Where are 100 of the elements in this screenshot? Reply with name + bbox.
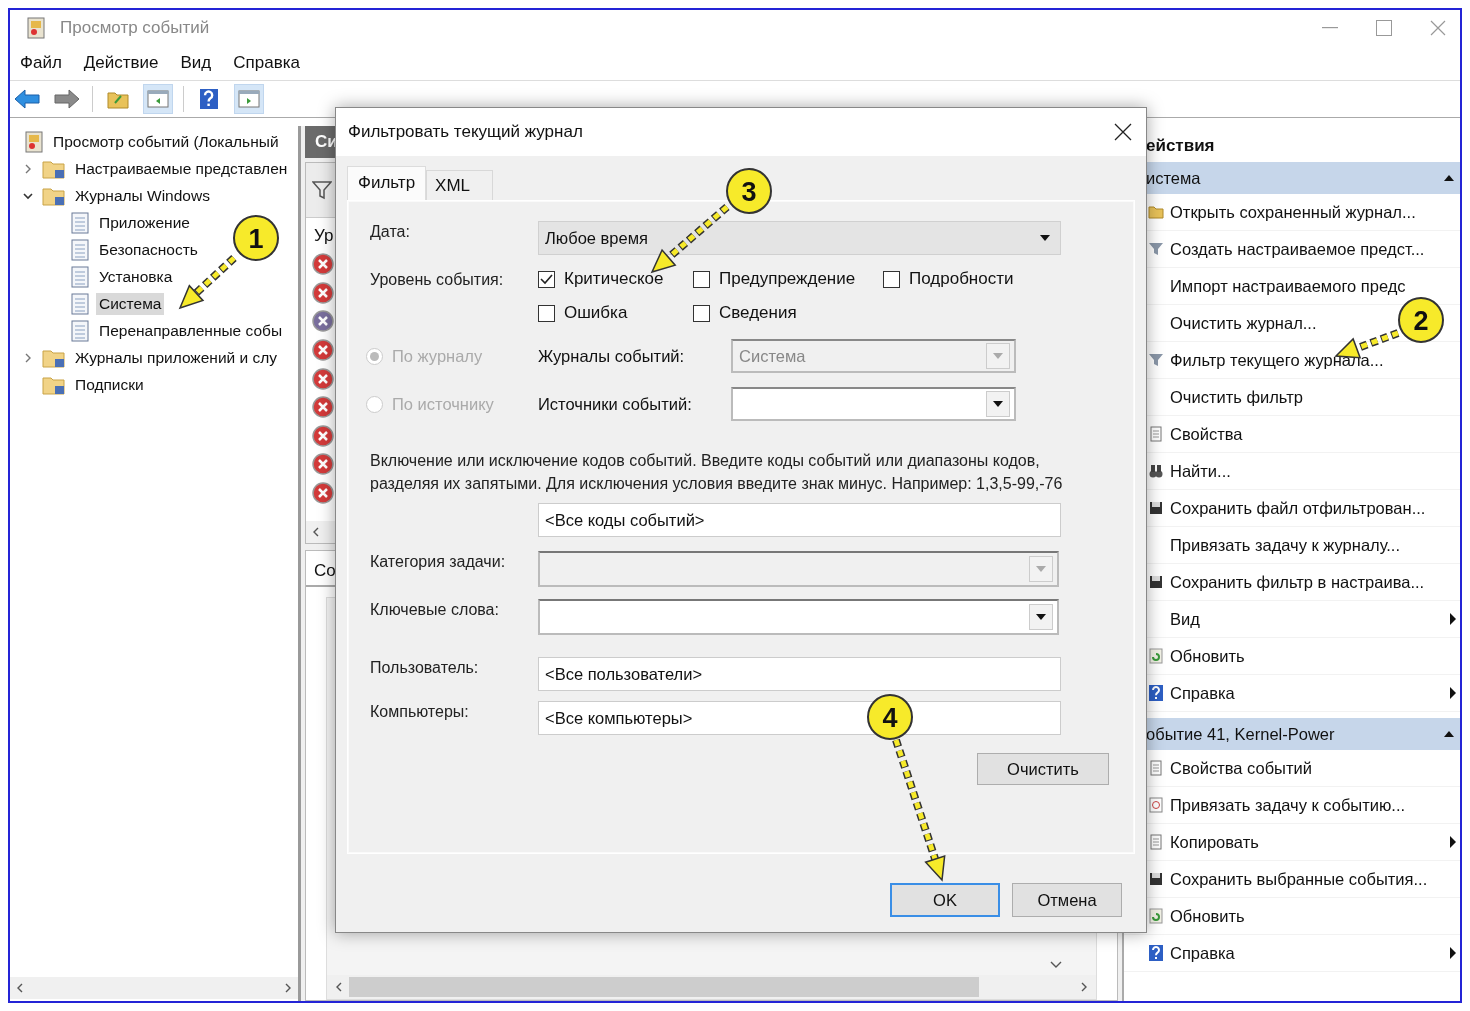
dashed-arrow [1334, 329, 1400, 359]
action-item[interactable]: Очистить журнал... [1170, 313, 1317, 333]
action-item[interactable]: Сохранить выбранные события... [1170, 869, 1428, 889]
action-item[interactable]: Привязать задачу к событию... [1170, 795, 1406, 815]
action-item[interactable]: Свойства [1170, 424, 1243, 444]
window-title: Просмотр событий [60, 18, 211, 38]
action-item[interactable]: Сохранить файл отфильтрован... [1170, 498, 1426, 518]
collapse-icon[interactable] [1444, 175, 1454, 181]
tree-item[interactable]: Журналы Windows [72, 184, 213, 207]
document-icon [1148, 834, 1164, 850]
document-icon [1148, 426, 1164, 442]
log-icon [70, 319, 90, 342]
field-label: Компьютеры: [370, 702, 470, 721]
clear-button[interactable]: Очистить [977, 753, 1109, 785]
date-dropdown[interactable]: Любое время [538, 221, 1061, 255]
action-item[interactable]: Очистить фильтр [1170, 387, 1303, 407]
hint-text: Включение или исключение кодов событий. Введите коды событий или диапазоны кодов, разделяя их запятыми. Для исключения условия введите знак минус. Например: 1,3,5-99,-76 [370, 451, 1064, 494]
clock-icon [1148, 797, 1164, 813]
tab[interactable]: XML [426, 170, 494, 200]
menu-item[interactable]: Справка [233, 53, 300, 73]
menu-item[interactable]: Действие [83, 53, 159, 73]
log-icon [70, 211, 90, 234]
tree-item[interactable]: Безопасность [96, 238, 201, 261]
log-viewer-icon [26, 17, 46, 39]
action-item[interactable]: Сохранить фильтр в настраива... [1170, 572, 1425, 592]
checkbox[interactable] [538, 270, 555, 288]
checkbox-label[interactable]: Критическое [564, 269, 664, 289]
keywords-dropdown[interactable] [538, 599, 1059, 635]
folder-icon[interactable] [107, 89, 129, 109]
menu-item[interactable]: Вид [180, 53, 212, 73]
tree-item[interactable]: Подписки [72, 373, 147, 396]
action-item[interactable]: Открыть сохраненный журнал... [1170, 202, 1416, 222]
chevron-left-icon[interactable] [312, 526, 320, 538]
action-item[interactable]: Вид [1170, 609, 1200, 629]
field-label: Источники событий: [538, 394, 693, 414]
dialog-button[interactable]: Отмена [1012, 883, 1122, 917]
callout-badge: 3 [726, 168, 772, 214]
tree-item[interactable]: Просмотр событий (Локальный [50, 130, 282, 153]
back-arrow-icon[interactable] [14, 89, 40, 109]
help-icon [1148, 684, 1164, 702]
action-item[interactable]: Обновить [1170, 906, 1245, 926]
checkbox[interactable] [693, 304, 710, 322]
checkbox[interactable] [883, 270, 900, 288]
dialog-button[interactable]: OK [890, 883, 1000, 917]
filter-icon[interactable] [312, 180, 332, 200]
help-icon[interactable] [199, 88, 219, 110]
menu-item[interactable]: Файл [20, 53, 62, 73]
dropdown-arrow-icon[interactable] [1036, 614, 1046, 620]
action-item[interactable]: Фильтр текущего журнала... [1170, 350, 1384, 370]
forward-arrow-icon[interactable] [54, 89, 80, 109]
maximize-icon[interactable] [1376, 20, 1392, 36]
checkbox[interactable] [693, 270, 710, 288]
event-ids-field[interactable]: <Все коды событий> [538, 503, 1061, 537]
collapse-icon[interactable] [1444, 731, 1454, 737]
action-item[interactable]: Свойства событий [1170, 758, 1312, 778]
action-item[interactable]: Справка [1170, 943, 1235, 963]
action-item[interactable]: Импорт настраиваемого предс [1170, 276, 1406, 296]
chevron-right-icon[interactable] [1080, 981, 1088, 993]
document-icon [1148, 760, 1164, 776]
tree-item[interactable]: Установка [96, 265, 176, 288]
panel-icon[interactable] [147, 90, 169, 108]
chevron-right-icon[interactable] [284, 982, 292, 994]
tree-item[interactable]: Настраиваемые представлен [72, 157, 291, 180]
log-icon [70, 238, 90, 261]
checkbox-label[interactable]: Подробности [909, 269, 1014, 289]
checkbox[interactable] [538, 304, 555, 322]
dialog-title: Фильтровать текущий журнал [348, 122, 583, 142]
field-label: Журналы событий: [538, 346, 686, 366]
checkbox-label[interactable]: Сведения [719, 303, 797, 323]
action-item[interactable]: Обновить [1170, 646, 1245, 666]
field-label: Уровень события: [370, 270, 505, 289]
action-item[interactable]: Привязать задачу к журналу... [1170, 535, 1401, 555]
tree-item[interactable]: Журналы приложений и слу [72, 346, 281, 369]
tree-item[interactable]: Система [96, 292, 165, 315]
scrollbar[interactable] [10, 977, 298, 999]
refresh-icon [1148, 648, 1164, 664]
chevron-left-icon[interactable] [16, 982, 24, 994]
chevron-down-icon[interactable] [22, 190, 34, 201]
tree-item[interactable]: Перенаправленные собы [96, 319, 286, 342]
action-item[interactable]: Справка [1170, 683, 1235, 703]
action-item[interactable]: Найти... [1170, 461, 1231, 481]
panel-icon[interactable] [238, 90, 260, 108]
checkbox-label[interactable]: Предупреждение [719, 269, 856, 289]
log-icon [70, 292, 90, 315]
callout-badge: 2 [1398, 297, 1444, 343]
action-item[interactable]: Копировать [1170, 832, 1259, 852]
callout-badge: 1 [233, 215, 279, 261]
field-label: Категория задачи: [370, 552, 507, 571]
chevron-left-icon[interactable] [335, 981, 343, 993]
user-field[interactable]: <Все пользователи> [538, 657, 1061, 691]
tree-item[interactable]: Приложение [96, 211, 193, 234]
scrollbar[interactable] [327, 975, 1096, 999]
dashed-arrow [178, 255, 237, 310]
callout-badge: 4 [867, 694, 913, 740]
checkbox-label[interactable]: Ошибка [564, 303, 628, 323]
tab[interactable]: Фильтр [347, 166, 427, 201]
chevron-down-icon[interactable] [1050, 961, 1062, 969]
close-icon[interactable] [1114, 123, 1132, 141]
action-item[interactable]: Создать настраиваемое предст... [1170, 239, 1425, 259]
dropdown-arrow-icon[interactable] [1040, 235, 1050, 241]
